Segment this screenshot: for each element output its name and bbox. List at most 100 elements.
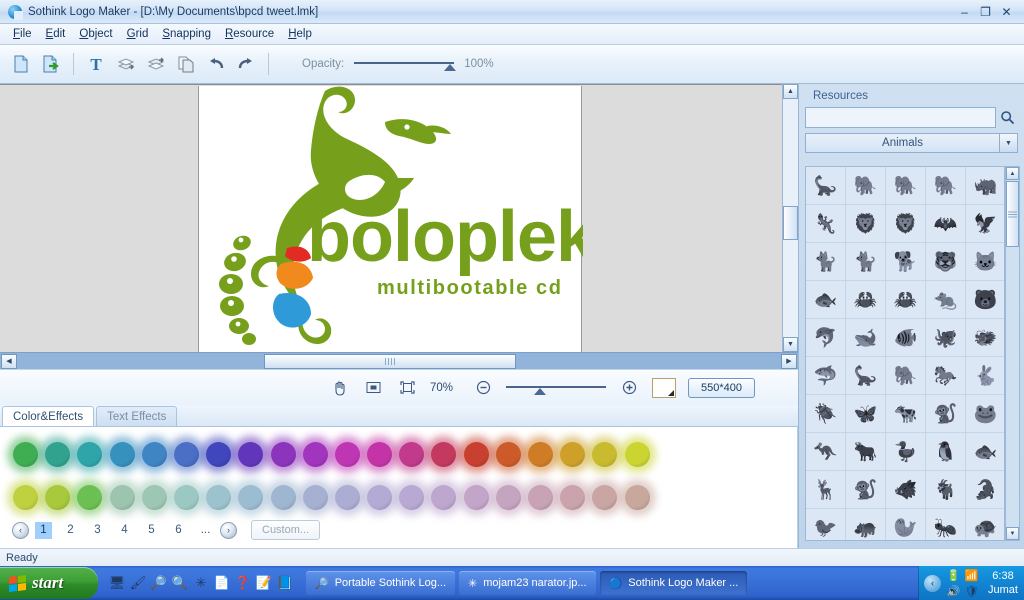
undo-button[interactable] — [201, 49, 231, 79]
zoom-in-button[interactable] — [618, 377, 640, 399]
color-swatch[interactable] — [393, 436, 431, 473]
swatch-disc[interactable] — [109, 485, 135, 510]
opacity-slider[interactable] — [354, 57, 457, 71]
resource-item-deer[interactable]: 🦌 — [806, 471, 846, 509]
menu-resource[interactable]: Resource — [218, 25, 281, 43]
color-swatch[interactable] — [103, 436, 141, 473]
resource-item-bird-small[interactable]: 🐦 — [806, 509, 846, 540]
swatch-disc[interactable] — [495, 485, 521, 510]
swatch-disc[interactable] — [463, 485, 489, 510]
color-swatch[interactable] — [586, 479, 624, 516]
redo-button[interactable] — [231, 49, 261, 79]
resource-item-boar[interactable]: 🐗 — [886, 471, 926, 509]
resource-item-hippo[interactable]: 🦛 — [846, 509, 886, 540]
volume-icon[interactable]: 🔊 — [947, 585, 961, 598]
resource-item-cat-crouching[interactable]: 🐈 — [846, 243, 886, 281]
resource-item-stingray[interactable]: 🐠 — [886, 319, 926, 357]
swatch-disc[interactable] — [270, 485, 296, 510]
resource-item-elephant-front[interactable]: 🐘 — [886, 167, 926, 205]
resource-item-tiger-face[interactable]: 🐯 — [926, 243, 966, 281]
help-icon[interactable]: ❓ — [234, 574, 252, 592]
color-swatch[interactable] — [522, 479, 559, 516]
tray-expand-button[interactable]: ‹ — [924, 574, 942, 592]
color-swatch[interactable] — [328, 479, 366, 516]
restore-button[interactable]: ❐ — [976, 3, 995, 20]
color-swatch[interactable] — [618, 436, 656, 473]
resources-scrollbar[interactable]: ▲ ▼ — [1005, 166, 1020, 541]
bring-forward-button[interactable] — [111, 49, 141, 79]
color-swatch[interactable] — [489, 436, 527, 473]
resource-item-kangaroo[interactable]: 🦘 — [806, 433, 846, 471]
close-button[interactable]: ✕ — [997, 3, 1016, 20]
swatch-disc[interactable] — [624, 442, 650, 467]
new-document-button[interactable] — [6, 49, 36, 79]
palette-next-button[interactable]: › — [220, 521, 237, 539]
resource-item-octopus[interactable]: 🐙 — [926, 319, 966, 357]
swatch-disc[interactable] — [624, 485, 650, 510]
color-swatch[interactable] — [425, 479, 463, 516]
resource-item-dragon[interactable]: 🐲 — [966, 319, 1004, 357]
color-swatch[interactable] — [522, 436, 559, 473]
resource-item-penguin[interactable]: 🐧 — [926, 433, 966, 471]
palette-custom-button[interactable]: Custom... — [251, 520, 321, 540]
resource-item-crab[interactable]: 🦀 — [846, 281, 886, 319]
menu-file[interactable]: File — [6, 25, 39, 43]
swatch-disc[interactable] — [206, 485, 232, 510]
chevron-down-icon[interactable]: ▼ — [999, 134, 1017, 152]
color-swatch[interactable] — [167, 479, 205, 516]
resource-item-goat[interactable]: 🐐 — [926, 471, 966, 509]
swatch-disc[interactable] — [528, 485, 553, 510]
swatch-disc[interactable] — [141, 442, 167, 467]
swatch-disc[interactable] — [173, 485, 199, 510]
resource-item-dolphin[interactable]: 🐬 — [806, 319, 846, 357]
resource-item-turtle[interactable]: 🐢 — [966, 509, 1004, 540]
swatch-disc[interactable] — [334, 485, 360, 510]
start-button[interactable]: start — [0, 567, 98, 599]
resource-item-elephant-walking[interactable]: 🐘 — [846, 167, 886, 205]
color-swatch[interactable] — [71, 436, 109, 473]
resource-item-crocodile[interactable]: 🐊 — [966, 471, 1004, 509]
palette-page-3[interactable]: 3 — [89, 522, 106, 539]
color-swatch[interactable] — [39, 436, 77, 473]
export-document-button[interactable] — [36, 49, 66, 79]
color-swatch[interactable] — [200, 479, 238, 516]
color-swatch[interactable] — [361, 479, 399, 516]
notepad-icon[interactable]: 📝 — [255, 574, 273, 592]
fit-to-screen-button[interactable] — [362, 377, 384, 399]
swatch-disc[interactable] — [270, 442, 296, 467]
logo-canvas[interactable]: boloplek multibootable cd — [198, 86, 598, 352]
resource-item-shark[interactable]: 🦈 — [806, 357, 846, 395]
swatch-disc[interactable] — [206, 442, 232, 467]
color-swatch[interactable] — [39, 479, 77, 516]
resource-item-pterodactyl[interactable]: 🦅 — [966, 205, 1004, 243]
color-swatch[interactable] — [489, 479, 527, 516]
resource-item-elephant-side[interactable]: 🐘 — [886, 357, 926, 395]
text-tool-button[interactable]: T — [81, 49, 111, 79]
zoom-out-button[interactable] — [472, 377, 494, 399]
palette-prev-button[interactable]: ‹ — [12, 521, 29, 539]
send-backward-button[interactable] — [141, 49, 171, 79]
resource-item-horse[interactable]: 🐎 — [926, 357, 966, 395]
resource-item-fish-skeleton[interactable]: 🐟 — [806, 281, 846, 319]
swatch-disc[interactable] — [302, 485, 328, 510]
tab-color-effects[interactable]: Color&Effects — [2, 406, 95, 426]
scroll-left-button[interactable]: ◀ — [1, 353, 17, 369]
resource-item-dog-leaping[interactable]: 🐕 — [886, 243, 926, 281]
resource-item-crab-alt[interactable]: 🦀 — [886, 281, 926, 319]
resource-item-mammoth[interactable]: 🐘 — [926, 167, 966, 205]
color-swatch[interactable] — [200, 436, 238, 473]
taskbar-clock[interactable]: 6:38 Jumat — [984, 569, 1018, 597]
swatch-disc[interactable] — [173, 442, 199, 467]
resource-item-bull[interactable]: 🐂 — [846, 433, 886, 471]
color-swatch[interactable] — [232, 436, 270, 473]
zoom-slider-thumb[interactable] — [534, 387, 546, 395]
resources-scroll-down-button[interactable]: ▼ — [1006, 527, 1019, 540]
antivirus-icon[interactable]: 🛡 — [965, 585, 979, 598]
swatch-disc[interactable] — [334, 442, 360, 467]
color-swatch[interactable] — [7, 436, 44, 473]
resource-item-frog[interactable]: 🐸 — [966, 395, 1004, 433]
resource-item-monkey-hanging[interactable]: 🐒 — [926, 395, 966, 433]
scroll-down-button[interactable]: ▼ — [783, 337, 798, 352]
color-swatch[interactable] — [457, 436, 495, 473]
color-swatch[interactable] — [425, 436, 463, 473]
